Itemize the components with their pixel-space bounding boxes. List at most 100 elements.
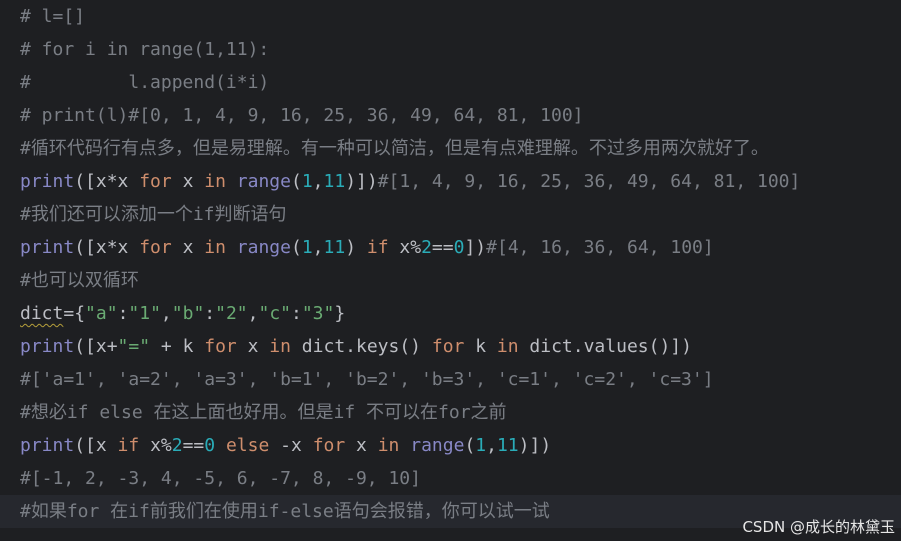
code-token-num: 0: [204, 435, 216, 456]
code-token-builtin: print: [20, 336, 75, 357]
code-token-comment: #[1, 4, 9, 16, 25, 36, 49, 64, 81, 100]: [377, 171, 801, 192]
code-token-plain: -x: [269, 435, 313, 456]
code-token-comment: # for i in range(1,11):: [20, 39, 270, 60]
code-line[interactable]: # l=[]: [0, 0, 901, 33]
code-token-comment: # l=[]: [20, 6, 86, 27]
code-token-plain: ==: [431, 237, 454, 258]
code-token-plain: ([x: [74, 435, 118, 456]
code-token-kw: for: [139, 237, 172, 258]
code-token-comment: # print(l)#[0, 1, 4, 9, 16, 25, 36, 49, …: [20, 105, 584, 126]
code-token-plain: )]): [345, 171, 378, 192]
code-token-plain: :: [291, 303, 302, 324]
code-line[interactable]: dict={"a":"1","b":"2","c":"3"}: [0, 297, 901, 330]
code-editor[interactable]: # l=[] # for i in range(1,11): # l.append(…: [0, 0, 901, 541]
watermark: CSDN @成长的林黛玉: [742, 518, 895, 536]
code-token-str: "1": [128, 303, 161, 324]
code-line[interactable]: #想必if else 在这上面也好用。但是if 不可以在for之前: [0, 396, 901, 429]
code-line[interactable]: print([x*x for x in range(1,11)])#[1, 4,…: [0, 165, 901, 198]
code-token-str: "c": [258, 303, 291, 324]
code-token-comment: #循环代码行有点多，但是易理解。有一种可以简洁，但是有点难理解。不过多用两次就好…: [20, 138, 769, 159]
code-token-plain: ,: [486, 435, 497, 456]
code-token-num: 11: [496, 435, 519, 456]
code-token-str: "2": [215, 303, 248, 324]
code-token-comment: # l.append(i*i): [20, 72, 270, 93]
code-token-plain: ,: [312, 171, 324, 192]
code-token-builtin: print: [20, 171, 75, 192]
code-token-kw: in: [204, 171, 226, 192]
code-token-plain: ,: [160, 303, 172, 324]
code-token-plain: x: [236, 336, 270, 357]
code-line[interactable]: # l.append(i*i): [0, 66, 901, 99]
code-token-kw: in: [269, 336, 291, 357]
code-area[interactable]: # l=[] # for i in range(1,11): # l.append(…: [0, 0, 901, 528]
code-token-plain: x: [171, 237, 205, 258]
code-line[interactable]: # print(l)#[0, 1, 4, 9, 16, 25, 36, 49, …: [0, 99, 901, 132]
code-line[interactable]: #['a=1', 'a=2', 'a=3', 'b=1', 'b=2', 'b=…: [0, 363, 901, 396]
code-token-plain: }: [334, 303, 346, 324]
code-token-kw: else: [225, 435, 270, 456]
code-token-plain: dict: [20, 303, 64, 324]
code-token-num: 11: [323, 171, 346, 192]
code-token-plain: dict.keys(): [290, 336, 432, 357]
code-token-plain: (: [290, 237, 302, 258]
code-token-kw: for: [431, 336, 465, 357]
code-line[interactable]: # for i in range(1,11):: [0, 33, 901, 66]
code-token-kw: if: [117, 435, 140, 456]
code-token-num: 2: [421, 237, 432, 258]
code-token-comment: #['a=1', 'a=2', 'a=3', 'b=1', 'b=2', 'b=…: [20, 369, 714, 390]
code-token-plain: ): [345, 237, 367, 258]
code-token-plain: (: [464, 435, 476, 456]
code-line[interactable]: print([x if x%2==0 else -x for x in rang…: [0, 429, 901, 462]
code-line[interactable]: print([x+"=" + k for x in dict.keys() fo…: [0, 330, 901, 363]
code-line[interactable]: #我们还可以添加一个if判断语句: [0, 198, 901, 231]
code-token-num: 0: [453, 237, 465, 258]
code-token-str: "b": [171, 303, 205, 324]
code-token-plain: ]): [464, 237, 487, 258]
code-line[interactable]: #[-1, 2, -3, 4, -5, 6, -7, 8, -9, 10]: [0, 462, 901, 495]
code-token-builtin: print: [20, 237, 75, 258]
code-token-plain: ([x*x: [74, 171, 140, 192]
code-token-kw: for: [312, 435, 346, 456]
code-token-comment: #我们还可以添加一个if判断语句: [20, 204, 287, 225]
code-line[interactable]: print([x*x for x in range(1,11) if x%2==…: [0, 231, 901, 264]
code-token-comment: #[-1, 2, -3, 4, -5, 6, -7, 8, -9, 10]: [20, 468, 421, 489]
code-token-comment: #如果for 在if前我们在使用if-else语句会报错，你可以试一试: [20, 501, 550, 522]
code-token-builtin: range: [236, 171, 291, 192]
code-token-str: "=": [117, 336, 151, 357]
code-token-kw: for: [204, 336, 237, 357]
code-token-num: 2: [171, 435, 183, 456]
code-token-plain: ([x*x: [74, 237, 140, 258]
code-token-plain: x%: [139, 435, 172, 456]
code-token-plain: ={: [63, 303, 86, 324]
code-token-num: 1: [301, 171, 313, 192]
code-token-plain: + k: [150, 336, 205, 357]
code-token-num: 11: [323, 237, 346, 258]
code-token-str: "3": [301, 303, 335, 324]
code-token-builtin: print: [20, 435, 75, 456]
code-token-plain: :: [117, 303, 129, 324]
code-token-plain: dict.values()]): [518, 336, 692, 357]
code-token-plain: x: [345, 435, 378, 456]
code-token-plain: k: [464, 336, 497, 357]
code-line[interactable]: #循环代码行有点多，但是易理解。有一种可以简洁，但是有点难理解。不过多用两次就好…: [0, 132, 901, 165]
code-token-plain: ([x+: [74, 336, 118, 357]
code-token-plain: )]): [518, 435, 552, 456]
code-token-comment: #也可以双循环: [20, 270, 139, 291]
code-line[interactable]: #也可以双循环: [0, 264, 901, 297]
code-token-comment: #[4, 16, 36, 64, 100]: [486, 237, 714, 258]
code-token-comment: #想必if else 在这上面也好用。但是if 不可以在for之前: [20, 402, 507, 423]
code-token-plain: x%: [388, 237, 422, 258]
code-token-num: 1: [301, 237, 313, 258]
code-token-plain: x: [171, 171, 205, 192]
code-token-plain: (: [290, 171, 302, 192]
code-token-kw: for: [139, 171, 172, 192]
code-token-plain: ,: [312, 237, 324, 258]
code-token-kw: in: [496, 336, 519, 357]
code-token-plain: ,: [247, 303, 259, 324]
code-token-builtin: range: [410, 435, 465, 456]
code-token-kw: if: [366, 237, 389, 258]
code-token-kw: in: [377, 435, 400, 456]
